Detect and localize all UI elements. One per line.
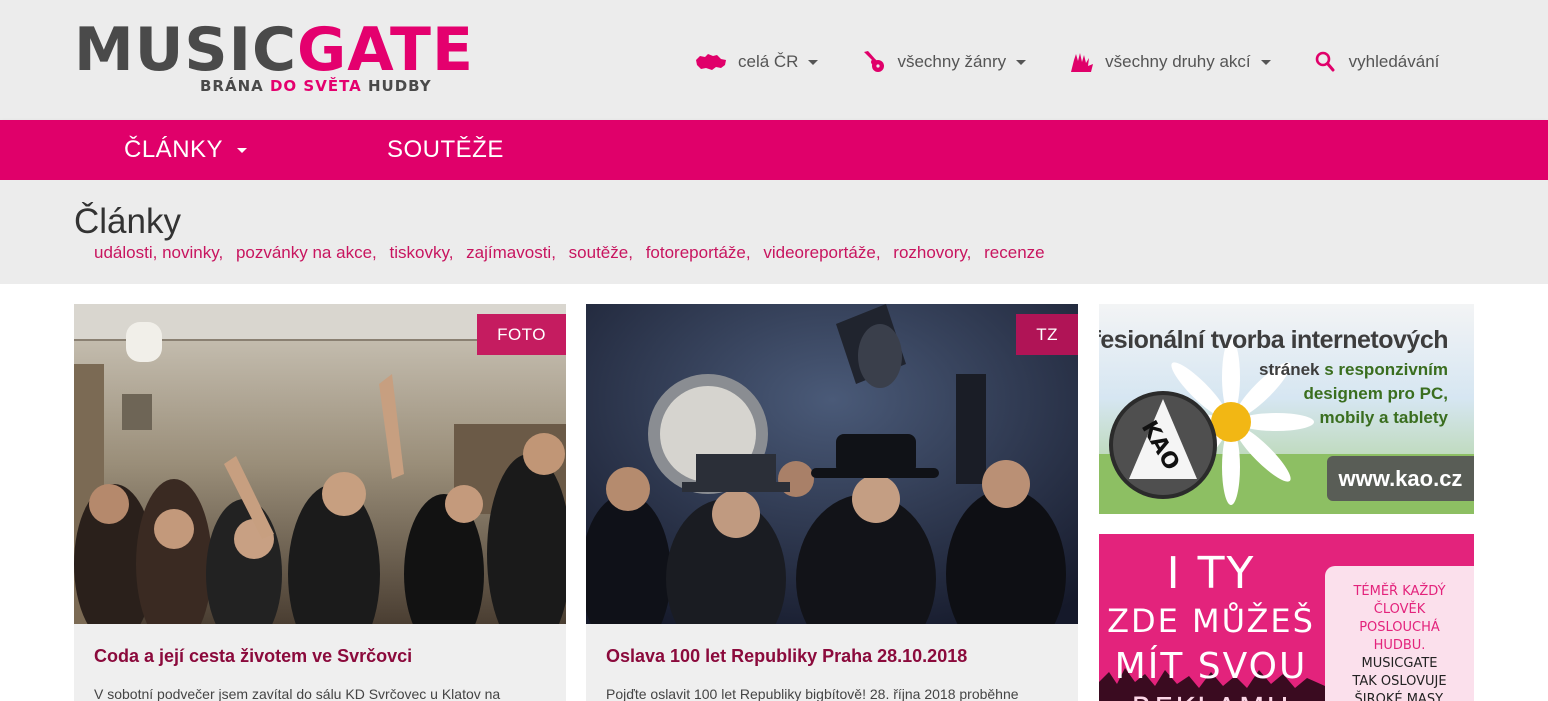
article-card[interactable]: TZ Oslava 100 let Republiky Praha 28.10.… (586, 304, 1078, 701)
region-filter[interactable]: celá ČR (694, 48, 819, 76)
category-separator: , (875, 243, 881, 262)
genre-filter-label: všechny žánry (897, 52, 1007, 71)
category-link-news[interactable]: novinky (162, 243, 218, 262)
ad2-info-box: TÉMĚŘ KAŽDÝ ČLOVĚK POSLOUCHÁ HUDBU. MUSI… (1325, 566, 1474, 701)
logo-tag-part1: BRÁNA (200, 77, 270, 95)
category-separator: , (152, 243, 158, 262)
category-separator: , (551, 243, 556, 262)
ad2-small-1: TÉMĚŘ KAŽDÝ (1353, 584, 1446, 599)
ad2-small-5: MUSICGATE (1361, 656, 1438, 671)
logo-gate: GATE (297, 15, 474, 85)
category-link-reviews[interactable]: recenze (984, 243, 1044, 262)
page-title: Články (74, 202, 181, 241)
category-link-curiosities[interactable]: zajímavosti (466, 243, 551, 262)
article-title[interactable]: Oslava 100 let Republiky Praha 28.10.201… (606, 646, 967, 667)
category-badge: FOTO (477, 314, 566, 355)
search-link-label: vyhledávání (1348, 52, 1440, 71)
ad1-headline: Profesionální tvorba internetových (1099, 326, 1448, 354)
article-excerpt: V sobotní podvečer jsem zavítal do sálu … (94, 686, 501, 701)
nav-contests[interactable]: SOUTĚŽE (387, 120, 504, 180)
ad1-line3: mobily a tablety (1319, 408, 1448, 427)
ad2-small-4: HUDBU. (1373, 638, 1426, 653)
nav-articles-label: ČLÁNKY (124, 136, 224, 163)
category-link-interviews[interactable]: rozhovory (893, 243, 966, 262)
category-link-contests[interactable]: soutěže (569, 243, 629, 262)
nav-articles[interactable]: ČLÁNKY (124, 120, 248, 180)
ad2-small-3: POSLOUCHÁ (1359, 620, 1440, 635)
ad2-small-7: ŠIROKÉ MASY. (1354, 692, 1445, 701)
article-card[interactable]: FOTO Coda a její cesta životem ve Svrčov… (74, 304, 566, 701)
ad2-headline-4: REKLAMU (1099, 692, 1323, 701)
event-type-filter[interactable]: všechny druhy akcí (1069, 48, 1271, 76)
category-link-events[interactable]: události (94, 243, 153, 262)
search-link[interactable]: vyhledávání (1315, 48, 1440, 76)
logo-tag-part2: DO SVĚTA (269, 77, 362, 95)
article-title[interactable]: Coda a její cesta životem ve Svrčovci (94, 646, 412, 667)
czech-map-icon (696, 54, 726, 70)
category-separator: , (448, 243, 454, 262)
ad1-line1: stránek s responzivním (1259, 360, 1448, 380)
nav-contests-label: SOUTĚŽE (387, 136, 504, 163)
hands-icon (1071, 53, 1094, 72)
category-link-press[interactable]: tiskovky (390, 243, 449, 262)
site-logo[interactable]: MUSICGATE BRÁNA DO SVĚTA HUDBY (74, 18, 473, 102)
genre-filter[interactable]: všechny žánry (861, 48, 1027, 76)
category-link-video-reports[interactable]: videoreportáže (763, 243, 875, 262)
category-link-photo-reports[interactable]: fotoreportáže (646, 243, 746, 262)
ad1-line2: designem pro PC, (1303, 384, 1448, 403)
ad1-line1b: s responzivním (1324, 360, 1448, 379)
ad1-url[interactable]: www.kao.cz (1327, 456, 1474, 501)
ad2-headline-1: I TY (1166, 548, 1256, 599)
ad2-small-2: ČLOVĚK (1373, 602, 1426, 617)
ad2-small-6: TAK OSLOVUJE (1352, 674, 1447, 689)
ad-banner-kao[interactable]: KAO Profesionální tvorba internetových s… (1099, 304, 1474, 514)
logo-tag-part3: HUDBY (361, 77, 432, 95)
category-links: události, novinky, pozvánky na akce, tis… (94, 243, 1045, 263)
category-link-invitations[interactable]: pozvánky na akce (236, 243, 372, 262)
article-card-text: Oslava 100 let Republiky Praha 28.10.201… (586, 624, 1078, 701)
ad-banner-advertise[interactable]: I TY ZDE MŮŽEŠ MÍT SVOU REKLAMU TÉMĚŘ KA… (1099, 534, 1474, 701)
search-icon (1315, 51, 1335, 72)
category-separator: , (372, 243, 377, 262)
guitar-icon (864, 51, 885, 72)
section-header: Články události, novinky, pozvánky na ak… (0, 180, 1548, 284)
article-photo (586, 304, 1078, 624)
article-card-text: Coda a její cesta životem ve Svrčovci V … (74, 624, 566, 701)
filter-bar: celá ČR všechny žánry všechny druhy akcí (694, 48, 1439, 76)
main-nav: ČLÁNKY SOUTĚŽE (0, 120, 1548, 180)
chevron-down-icon (1016, 59, 1027, 65)
ad2-headline-3: MÍT SVOU (1114, 646, 1308, 687)
article-excerpt: Pojďte oslavit 100 let Republiky bigbíto… (606, 686, 1019, 701)
logo-tagline: BRÁNA DO SVĚTA HUDBY (200, 77, 432, 95)
category-separator: , (218, 243, 224, 262)
ad1-line1a: stránek (1259, 360, 1325, 379)
chevron-down-icon (808, 59, 819, 65)
region-filter-label: celá ČR (738, 52, 799, 71)
chevron-down-icon (237, 147, 248, 153)
logo-music: MUSIC (74, 15, 297, 85)
category-separator: , (966, 243, 972, 262)
chevron-down-icon (1260, 59, 1271, 65)
category-separator: , (745, 243, 751, 262)
category-separator: , (628, 243, 633, 262)
category-badge: TZ (1016, 314, 1078, 355)
event-type-filter-label: všechny druhy akcí (1105, 52, 1251, 71)
site-header: MUSICGATE BRÁNA DO SVĚTA HUDBY celá ČR v… (0, 0, 1548, 120)
logo-wordmark: MUSICGATE (74, 18, 474, 82)
ad2-headline-2: ZDE MŮŽEŠ (1107, 602, 1315, 640)
